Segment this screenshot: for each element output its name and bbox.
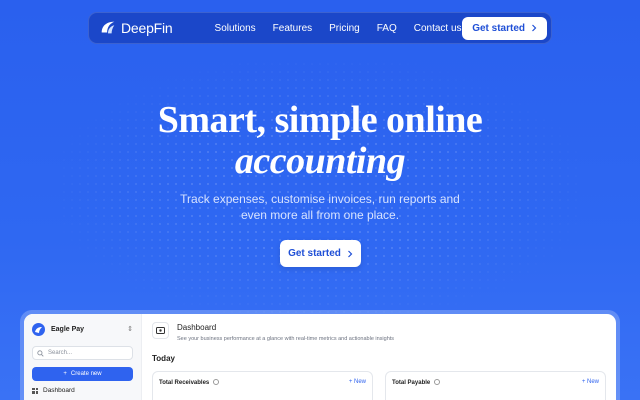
- nav-link-pricing[interactable]: Pricing: [329, 23, 360, 34]
- hero-subtitle-line1: Track expenses, customise invoices, run …: [180, 192, 460, 206]
- nav-link-contact[interactable]: Contact us: [414, 23, 462, 34]
- page-title: Dashboard: [177, 323, 217, 332]
- sidebar-search-input[interactable]: Search...: [32, 346, 133, 360]
- nav-menu: Solutions Features Pricing FAQ Contact u…: [215, 23, 462, 34]
- plus-icon: +: [63, 371, 67, 377]
- page-header: Dashboard See your business performance …: [152, 322, 606, 342]
- updown-caret-icon: ⇕: [127, 326, 133, 333]
- sidebar-item-dashboard[interactable]: Dashboard: [32, 387, 133, 394]
- org-name: Eagle Pay: [51, 325, 85, 333]
- page-subtitle: See your business performance at a glanc…: [177, 336, 395, 342]
- org-logo-icon: [32, 322, 45, 336]
- sidebar-item-label: Dashboard: [43, 387, 75, 394]
- card-title: Total Payable: [392, 379, 441, 386]
- hero-title-line1: Smart, simple online: [157, 99, 483, 141]
- top-nav: DeepFin Solutions Features Pricing FAQ C…: [88, 12, 552, 44]
- create-new-label: Create new: [70, 371, 102, 377]
- brand-name: DeepFin: [121, 20, 173, 36]
- card-total-payable: Total Payable + New: [385, 371, 606, 400]
- hero-subtitle-line2: even more all from one place.: [240, 208, 400, 222]
- dashboard-icon: [152, 322, 169, 339]
- hero-subtitle: Track expenses, customise invoices, run …: [0, 191, 640, 223]
- chevron-right-icon: [532, 24, 537, 32]
- app-preview-frame: Eagle Pay ⇕ Search... + Create new Dashb…: [20, 310, 620, 400]
- search-placeholder: Search...: [48, 350, 73, 356]
- app-sidebar: Eagle Pay ⇕ Search... + Create new Dashb…: [24, 314, 142, 400]
- app-main: Dashboard See your business performance …: [142, 314, 616, 400]
- card-total-receivables: Total Receivables + New: [152, 371, 373, 400]
- grid-icon: [32, 387, 38, 394]
- deepfin-logo-icon: [101, 21, 115, 34]
- nav-get-started-button[interactable]: Get started: [462, 16, 547, 40]
- nav-link-features[interactable]: Features: [273, 23, 312, 34]
- card-new-button[interactable]: + New: [582, 379, 599, 385]
- hero-title-line2: accounting: [234, 140, 406, 182]
- card-new-button[interactable]: + New: [349, 379, 366, 385]
- chevron-right-icon: [347, 250, 353, 257]
- app-preview: Eagle Pay ⇕ Search... + Create new Dashb…: [24, 314, 616, 400]
- brand-logo[interactable]: DeepFin: [99, 19, 173, 37]
- nav-link-faq[interactable]: FAQ: [377, 23, 397, 34]
- nav-cta-label: Get started: [472, 22, 525, 34]
- create-new-button[interactable]: + Create new: [32, 367, 133, 381]
- info-icon: [434, 379, 441, 385]
- org-switcher[interactable]: Eagle Pay ⇕: [32, 321, 133, 337]
- info-icon: [213, 379, 220, 385]
- hero-cta-label: Get started: [288, 248, 341, 259]
- nav-link-solutions[interactable]: Solutions: [215, 23, 256, 34]
- card-title: Total Receivables: [159, 379, 220, 386]
- hero-get-started-button[interactable]: Get started: [280, 240, 361, 267]
- section-heading: Today: [152, 354, 175, 363]
- summary-cards: Total Receivables + New Total Payable + …: [152, 371, 606, 400]
- search-icon: [37, 349, 44, 357]
- hero-title: Smart, simple online accounting: [0, 100, 640, 181]
